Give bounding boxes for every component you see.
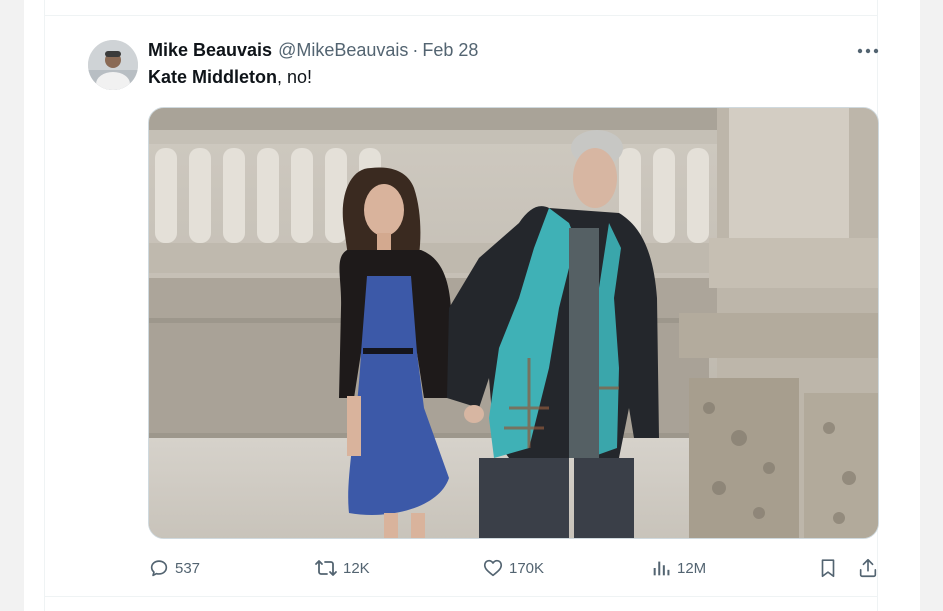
like-count: 170K xyxy=(509,559,545,577)
tweet-date[interactable]: Feb 28 xyxy=(422,40,478,61)
more-icon xyxy=(857,48,879,54)
reply-button[interactable]: 537 xyxy=(148,553,200,583)
reply-icon xyxy=(150,560,168,577)
avatar-image xyxy=(88,40,138,90)
display-name[interactable]: Mike Beauvais xyxy=(148,40,272,61)
views-count: 12M xyxy=(677,559,707,577)
views-button[interactable]: 12M xyxy=(650,553,706,583)
bottom-divider xyxy=(44,596,878,597)
tweet-media[interactable] xyxy=(148,107,879,539)
tweet-text-body: , no! xyxy=(277,67,313,87)
tweet-text: Kate Middleton, no! xyxy=(148,67,312,88)
tweet-header: Mike Beauvais @MikeBeauvais · Feb 28 xyxy=(148,39,478,61)
top-divider xyxy=(44,15,878,16)
repost-count: 12K xyxy=(343,559,370,577)
like-icon xyxy=(483,559,503,577)
like-button[interactable]: 170K xyxy=(482,553,544,583)
user-handle[interactable]: @MikeBeauvais xyxy=(278,40,408,61)
share-icon xyxy=(859,558,877,578)
views-icon xyxy=(653,561,670,576)
reply-count: 537 xyxy=(175,559,201,577)
tweet-text-mention: Kate Middleton xyxy=(148,67,277,87)
more-options-button[interactable] xyxy=(852,38,884,64)
avatar[interactable] xyxy=(88,40,138,90)
header-separator: · xyxy=(412,39,419,60)
tweet-actions: 537 12K 170K 12M xyxy=(0,553,943,583)
media-photo xyxy=(149,108,878,538)
repost-icon xyxy=(315,560,337,576)
bookmark-icon xyxy=(821,559,835,578)
share-button[interactable] xyxy=(857,553,879,583)
repost-button[interactable]: 12K xyxy=(314,553,370,583)
bookmark-button[interactable] xyxy=(817,553,839,583)
